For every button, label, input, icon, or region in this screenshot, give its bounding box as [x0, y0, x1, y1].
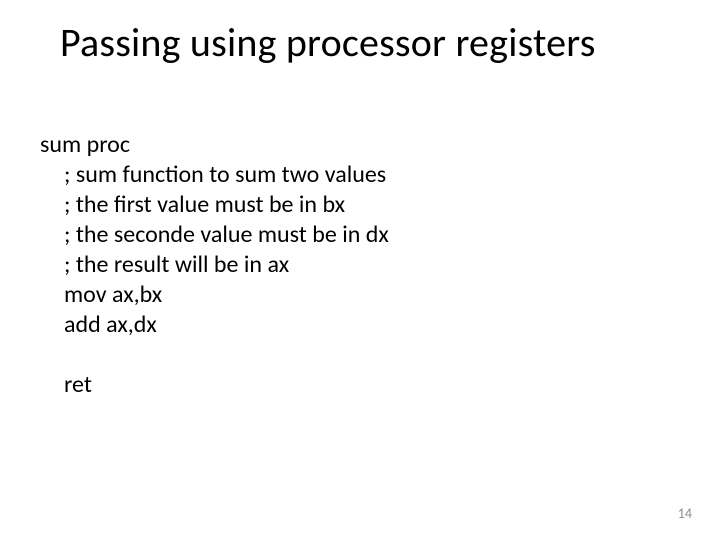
page-number: 14	[678, 505, 692, 522]
code-line: ; the seconde value must be in dx	[64, 220, 680, 250]
code-line: add ax,dx	[64, 310, 680, 340]
code-line: ; the first value must be in bx	[64, 190, 680, 220]
slide-body: sum proc ; sum function to sum two value…	[40, 130, 680, 400]
code-line: ; sum function to sum two values	[64, 160, 680, 190]
code-line: mov ax,bx	[64, 280, 680, 310]
code-line: sum proc	[40, 130, 680, 160]
code-line: ; the result will be in ax	[64, 250, 680, 280]
slide: Passing using processor registers sum pr…	[0, 0, 720, 540]
code-line: ret	[64, 370, 680, 400]
slide-title: Passing using processor registers	[60, 18, 680, 67]
code-line-blank	[64, 340, 680, 370]
